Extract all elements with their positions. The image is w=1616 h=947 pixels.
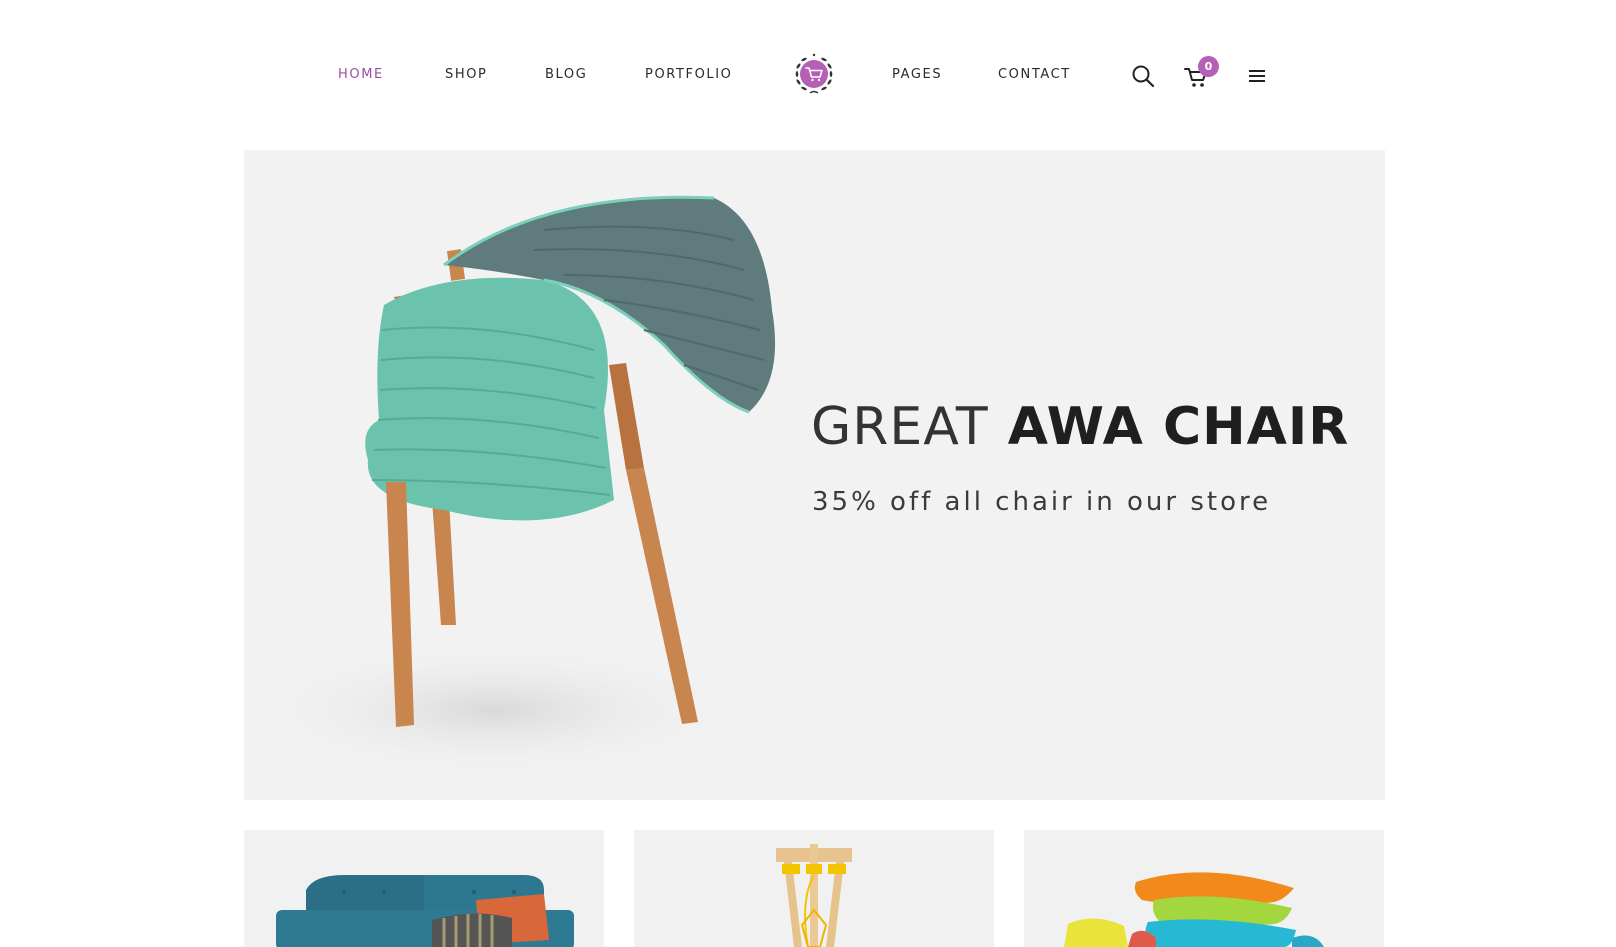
chair-image <box>244 195 776 780</box>
nav-portfolio[interactable]: PORTFOLIO <box>645 67 733 83</box>
site-logo[interactable] <box>789 49 839 99</box>
hero-title-bold: AWA CHAIR <box>1007 397 1350 457</box>
search-button[interactable] <box>1131 64 1155 88</box>
hero-title: GREAT AWA CHAIR <box>811 396 1349 458</box>
page: HOME SHOP BLOG PORTFOLIO PAGES CONTACT 0… <box>0 0 1616 947</box>
sofa-image <box>276 875 574 947</box>
nav-contact[interactable]: CONTACT <box>998 67 1071 83</box>
nav-blog[interactable]: BLOG <box>545 67 587 83</box>
cart-count-badge: 0 <box>1198 56 1219 77</box>
nav-home[interactable]: HOME <box>338 67 384 83</box>
site-header: HOME SHOP BLOG PORTFOLIO PAGES CONTACT 0 <box>0 0 1616 150</box>
hero-subtitle: 35% off all chair in our store <box>812 487 1272 517</box>
lamp-image <box>776 844 852 947</box>
menu-button[interactable] <box>1246 66 1268 86</box>
shopping-cart-wreath-logo-icon <box>795 53 833 94</box>
product-card-sofa[interactable] <box>244 830 604 947</box>
hamburger-menu-icon <box>1249 70 1265 82</box>
product-card-lamp[interactable] <box>634 830 994 947</box>
search-icon <box>1132 65 1155 88</box>
hero-title-light: GREAT <box>811 397 989 457</box>
nav-pages[interactable]: PAGES <box>892 67 942 83</box>
hero-banner[interactable]: GREAT AWA CHAIR 35% off all chair in our… <box>244 150 1385 800</box>
nav-shop[interactable]: SHOP <box>445 67 488 83</box>
pillows-image <box>1064 872 1324 947</box>
product-card-pillows[interactable] <box>1024 830 1384 947</box>
